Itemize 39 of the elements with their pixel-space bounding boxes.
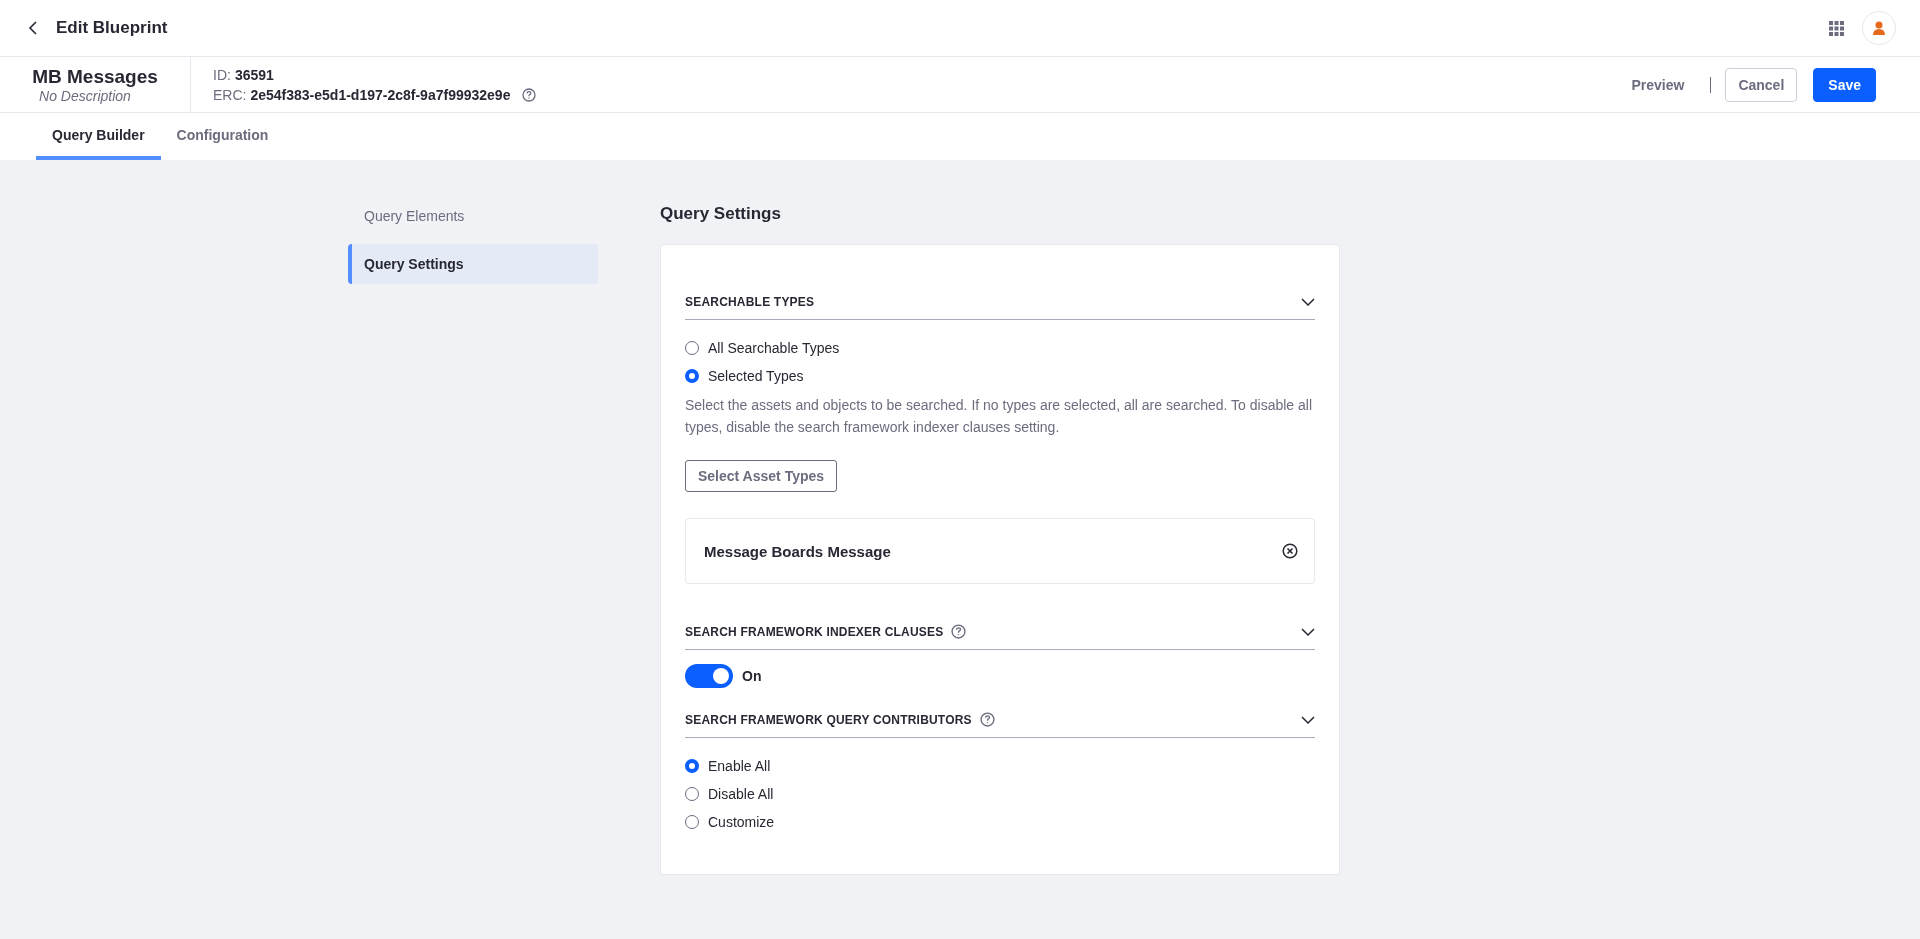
id-label: ID:: [213, 66, 231, 83]
toggle-label: On: [742, 668, 762, 684]
radio-button[interactable]: [685, 369, 699, 383]
select-asset-types-button[interactable]: Select Asset Types: [685, 460, 838, 492]
help-icon[interactable]: [951, 624, 967, 639]
chevron-down-icon[interactable]: [1301, 627, 1315, 636]
erc-value: 2e54f383-e5d1-d197-2c8f-9a7f99932e9e: [250, 86, 511, 103]
chevron-down-icon[interactable]: [1301, 298, 1315, 306]
erc-label: ERC:: [213, 86, 247, 103]
radio-label[interactable]: Customize: [708, 814, 775, 830]
radio-button[interactable]: [685, 759, 699, 773]
id-value: 36591: [234, 66, 274, 83]
remove-icon[interactable]: [1282, 543, 1298, 559]
back-icon[interactable]: [28, 20, 38, 36]
selected-type-name: Message Boards Message: [704, 542, 891, 560]
radio-label[interactable]: Selected Types: [708, 368, 804, 384]
cancel-button[interactable]: Cancel: [1725, 67, 1798, 102]
sidebar-item[interactable]: Query Settings: [348, 244, 598, 284]
help-icon[interactable]: [522, 87, 537, 102]
help-text: Select the assets and objects to be searched. If no types are selected, all are searched. To disable all types, disable the search framework indexer clauses setting.: [685, 396, 1313, 437]
sidebar-item[interactable]: Query Elements: [348, 196, 598, 236]
page-title: Edit Blueprint: [56, 18, 168, 38]
toggle-switch[interactable]: [685, 664, 733, 688]
blueprint-name: MB Messages: [32, 65, 158, 88]
preview-button[interactable]: Preview: [1619, 68, 1697, 101]
radio-label[interactable]: All Searchable Types: [708, 340, 840, 356]
radio-label[interactable]: Enable All: [708, 758, 771, 774]
tab[interactable]: Configuration: [160, 113, 285, 160]
section-title: SEARCH FRAMEWORK INDEXER CLAUSES: [685, 624, 944, 639]
section-title: SEARCHABLE TYPES: [685, 295, 815, 309]
section-title: SEARCH FRAMEWORK QUERY CONTRIBUTORS: [685, 712, 972, 727]
tab[interactable]: Query Builder: [36, 113, 161, 160]
apps-grid-icon[interactable]: [1829, 20, 1844, 36]
radio-label[interactable]: Disable All: [708, 786, 774, 802]
chevron-down-icon[interactable]: [1301, 715, 1315, 724]
save-button[interactable]: Save: [1813, 67, 1876, 102]
section-heading: Query Settings: [660, 203, 782, 225]
help-icon[interactable]: [979, 712, 995, 727]
blueprint-description: No Description: [39, 87, 131, 104]
